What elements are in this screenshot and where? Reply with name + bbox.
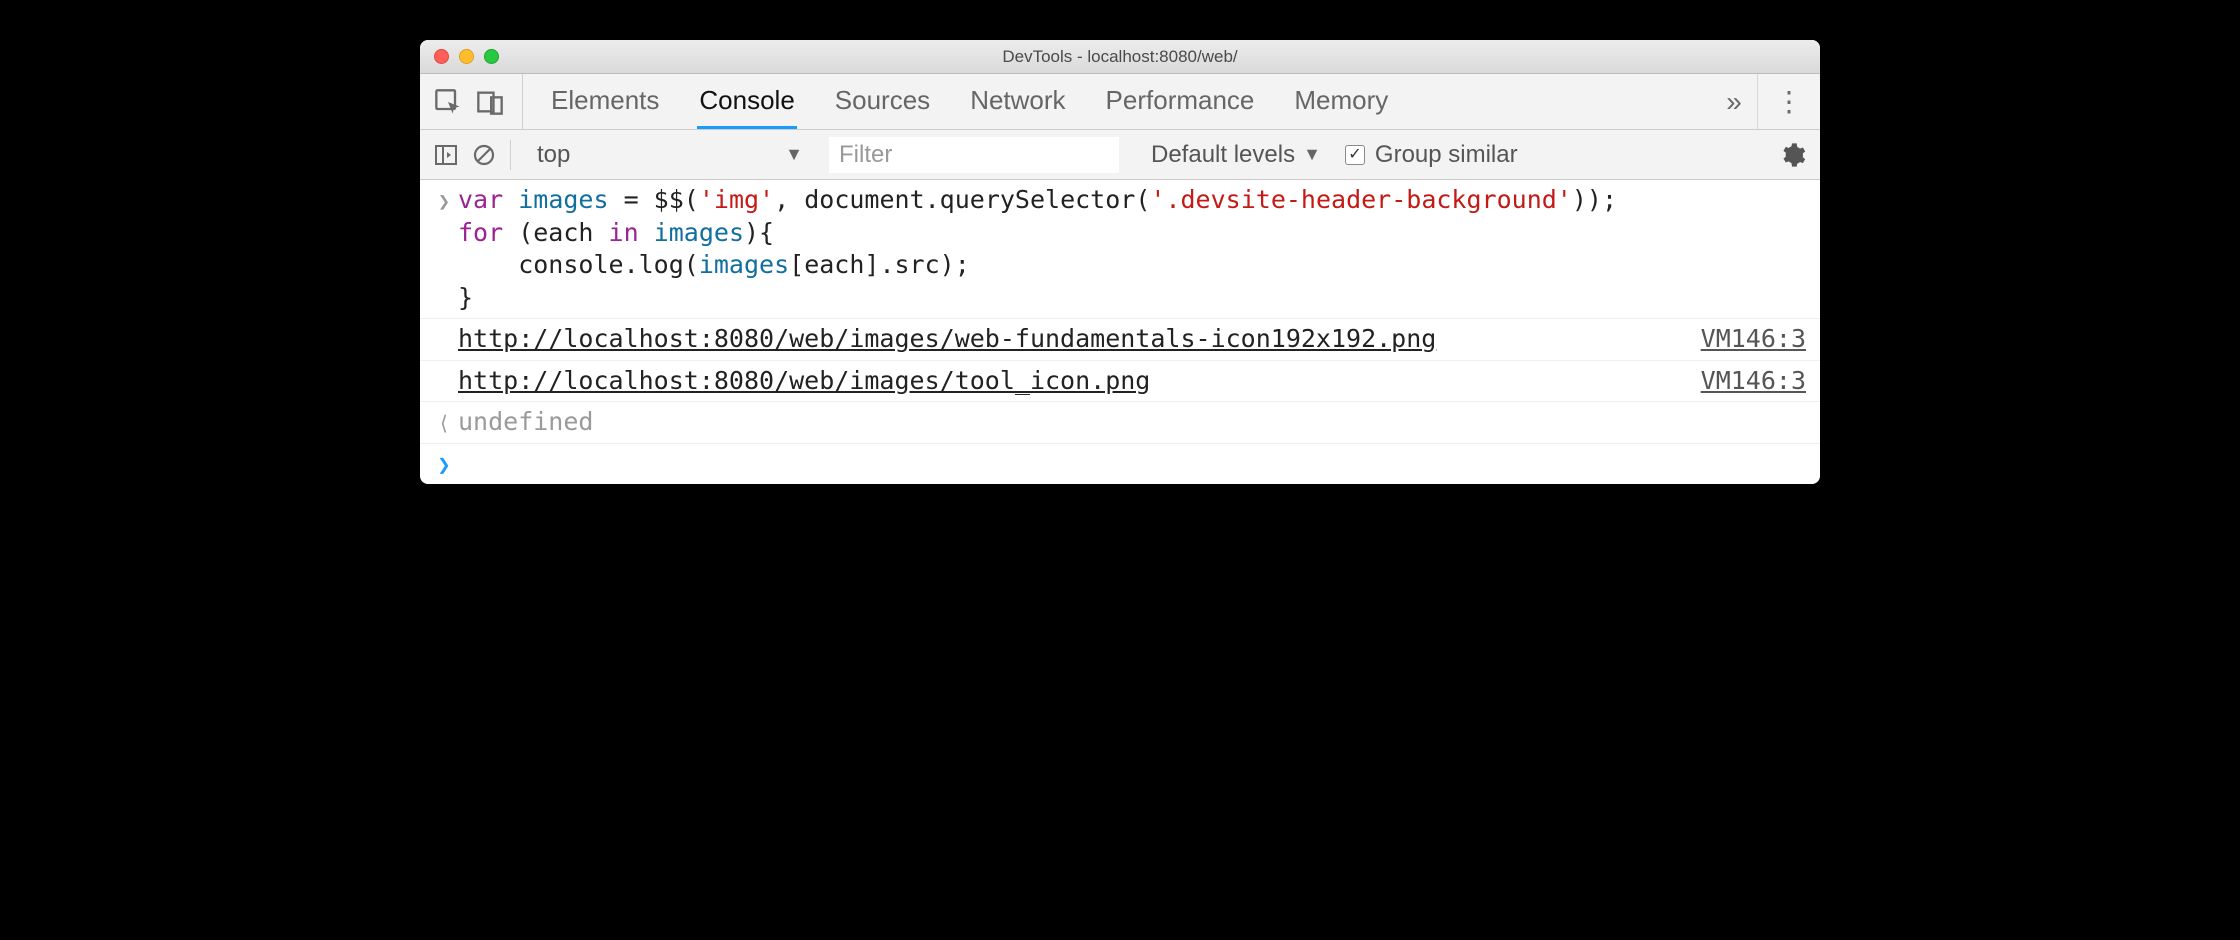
maximize-window-button[interactable]: [484, 49, 499, 64]
tab-console[interactable]: Console: [697, 74, 796, 129]
console-prompt-row[interactable]: ❯: [420, 444, 1820, 485]
code-content: var images = $$('img', document.querySel…: [458, 184, 1806, 314]
devtools-tabs: Elements Console Sources Network Perform…: [549, 74, 1711, 129]
console-log-row: http://localhost:8080/web/images/web-fun…: [420, 319, 1820, 361]
more-tabs-button[interactable]: »: [1717, 86, 1751, 118]
minimize-window-button[interactable]: [459, 49, 474, 64]
result-arrow-icon: ⟨: [430, 406, 458, 439]
console-output: ❯ var images = $$('img', document.queryS…: [420, 180, 1820, 484]
log-url-link[interactable]: http://localhost:8080/web/images/tool_ic…: [458, 366, 1150, 395]
toggle-sidebar-icon[interactable]: [434, 143, 458, 167]
levels-label: Default levels: [1151, 141, 1295, 169]
tab-elements[interactable]: Elements: [549, 74, 661, 129]
result-value: undefined: [458, 406, 1806, 439]
tab-bar: Elements Console Sources Network Perform…: [420, 74, 1820, 130]
clear-console-icon[interactable]: [472, 143, 496, 167]
settings-gear-icon[interactable]: [1778, 141, 1806, 169]
titlebar[interactable]: DevTools - localhost:8080/web/: [420, 40, 1820, 74]
devtools-window: DevTools - localhost:8080/web/ Elements …: [420, 40, 1820, 484]
execution-context-select[interactable]: top ▼: [525, 137, 815, 173]
prompt-icon: ❯: [430, 448, 458, 481]
context-value: top: [537, 141, 570, 169]
checkbox-checked-icon: ✓: [1345, 145, 1365, 165]
log-levels-select[interactable]: Default levels ▼: [1151, 141, 1321, 169]
kebab-menu-icon[interactable]: ⋮: [1772, 85, 1806, 118]
close-window-button[interactable]: [434, 49, 449, 64]
tab-sources[interactable]: Sources: [833, 74, 932, 129]
console-log-row: http://localhost:8080/web/images/tool_ic…: [420, 361, 1820, 403]
device-toolbar-icon[interactable]: [476, 88, 504, 116]
console-result-row: ⟨ undefined: [420, 402, 1820, 444]
traffic-lights: [434, 49, 499, 64]
chevron-down-icon: ▼: [1303, 144, 1321, 165]
console-toolbar: top ▼ Default levels ▼ ✓ Group similar: [420, 130, 1820, 180]
filter-input[interactable]: [829, 137, 1119, 173]
group-similar-label: Group similar: [1375, 141, 1518, 169]
window-title: DevTools - localhost:8080/web/: [420, 47, 1820, 67]
tab-memory[interactable]: Memory: [1292, 74, 1390, 129]
chevron-down-icon: ▼: [785, 144, 803, 165]
tab-performance[interactable]: Performance: [1104, 74, 1257, 129]
log-source-link[interactable]: VM146:3: [1701, 323, 1806, 356]
inspect-element-icon[interactable]: [434, 88, 462, 116]
group-similar-toggle[interactable]: ✓ Group similar: [1345, 141, 1518, 169]
console-input-row[interactable]: ❯ var images = $$('img', document.queryS…: [420, 180, 1820, 319]
log-url-link[interactable]: http://localhost:8080/web/images/web-fun…: [458, 324, 1436, 353]
tab-network[interactable]: Network: [968, 74, 1067, 129]
input-prompt-icon: ❯: [430, 184, 458, 314]
log-source-link[interactable]: VM146:3: [1701, 365, 1806, 398]
console-prompt-input[interactable]: [458, 448, 1806, 481]
